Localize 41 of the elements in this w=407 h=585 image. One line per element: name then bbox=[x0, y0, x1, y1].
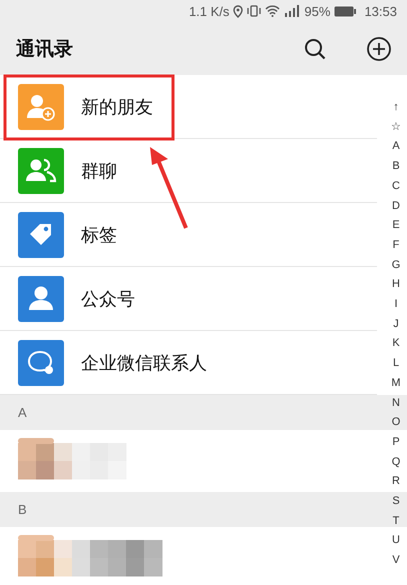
battery-icon bbox=[334, 6, 356, 16]
section-letter: B bbox=[18, 502, 27, 517]
index-letter[interactable]: R bbox=[392, 472, 400, 492]
add-icon[interactable] bbox=[367, 36, 391, 60]
search-icon[interactable] bbox=[304, 38, 326, 60]
contact-menu-item[interactable]: 公众号 bbox=[0, 267, 377, 331]
index-letter[interactable]: K bbox=[392, 334, 400, 354]
contact-menu-item[interactable]: 群聊 bbox=[0, 139, 377, 203]
signal-icon bbox=[284, 5, 300, 17]
network-speed: 1.1 K/s bbox=[188, 4, 230, 18]
index-letter[interactable]: L bbox=[392, 354, 400, 374]
index-letter[interactable]: M bbox=[391, 374, 401, 394]
wifi-icon bbox=[265, 5, 280, 17]
index-letter[interactable]: B bbox=[392, 157, 400, 177]
index-letter[interactable]: H bbox=[392, 275, 400, 296]
index-letter[interactable]: I bbox=[394, 295, 398, 315]
index-letter[interactable]: S bbox=[392, 492, 400, 512]
index-letter[interactable]: V bbox=[392, 551, 400, 571]
page-title: 通讯录 bbox=[16, 36, 74, 62]
vibrate-icon bbox=[247, 5, 262, 17]
index-letter[interactable]: E bbox=[392, 216, 400, 236]
location-icon bbox=[233, 4, 244, 18]
index-letter[interactable]: ☆ bbox=[391, 118, 401, 138]
index-letter[interactable]: G bbox=[392, 256, 400, 276]
section-letter: A bbox=[18, 405, 27, 420]
index-letter[interactable]: F bbox=[392, 236, 400, 256]
index-letter[interactable]: ↑ bbox=[393, 98, 399, 118]
index-letter[interactable]: J bbox=[393, 314, 399, 334]
contact-menu-item[interactable]: 新的朋友 bbox=[0, 75, 377, 139]
index-letter[interactable]: Q bbox=[392, 452, 400, 472]
battery-percent: 95% bbox=[304, 4, 330, 18]
index-letter[interactable]: U bbox=[392, 531, 400, 552]
index-letter[interactable]: D bbox=[392, 196, 400, 216]
index-letter[interactable]: P bbox=[392, 432, 400, 453]
index-letter[interactable]: T bbox=[392, 512, 400, 532]
index-letter[interactable]: O bbox=[392, 413, 400, 433]
index-letter[interactable]: A bbox=[392, 137, 400, 158]
index-letter[interactable]: C bbox=[392, 176, 400, 197]
contact-menu-item[interactable]: 标签 bbox=[0, 203, 377, 267]
index-letter[interactable]: N bbox=[392, 394, 400, 414]
clock: 13:53 bbox=[364, 4, 397, 18]
